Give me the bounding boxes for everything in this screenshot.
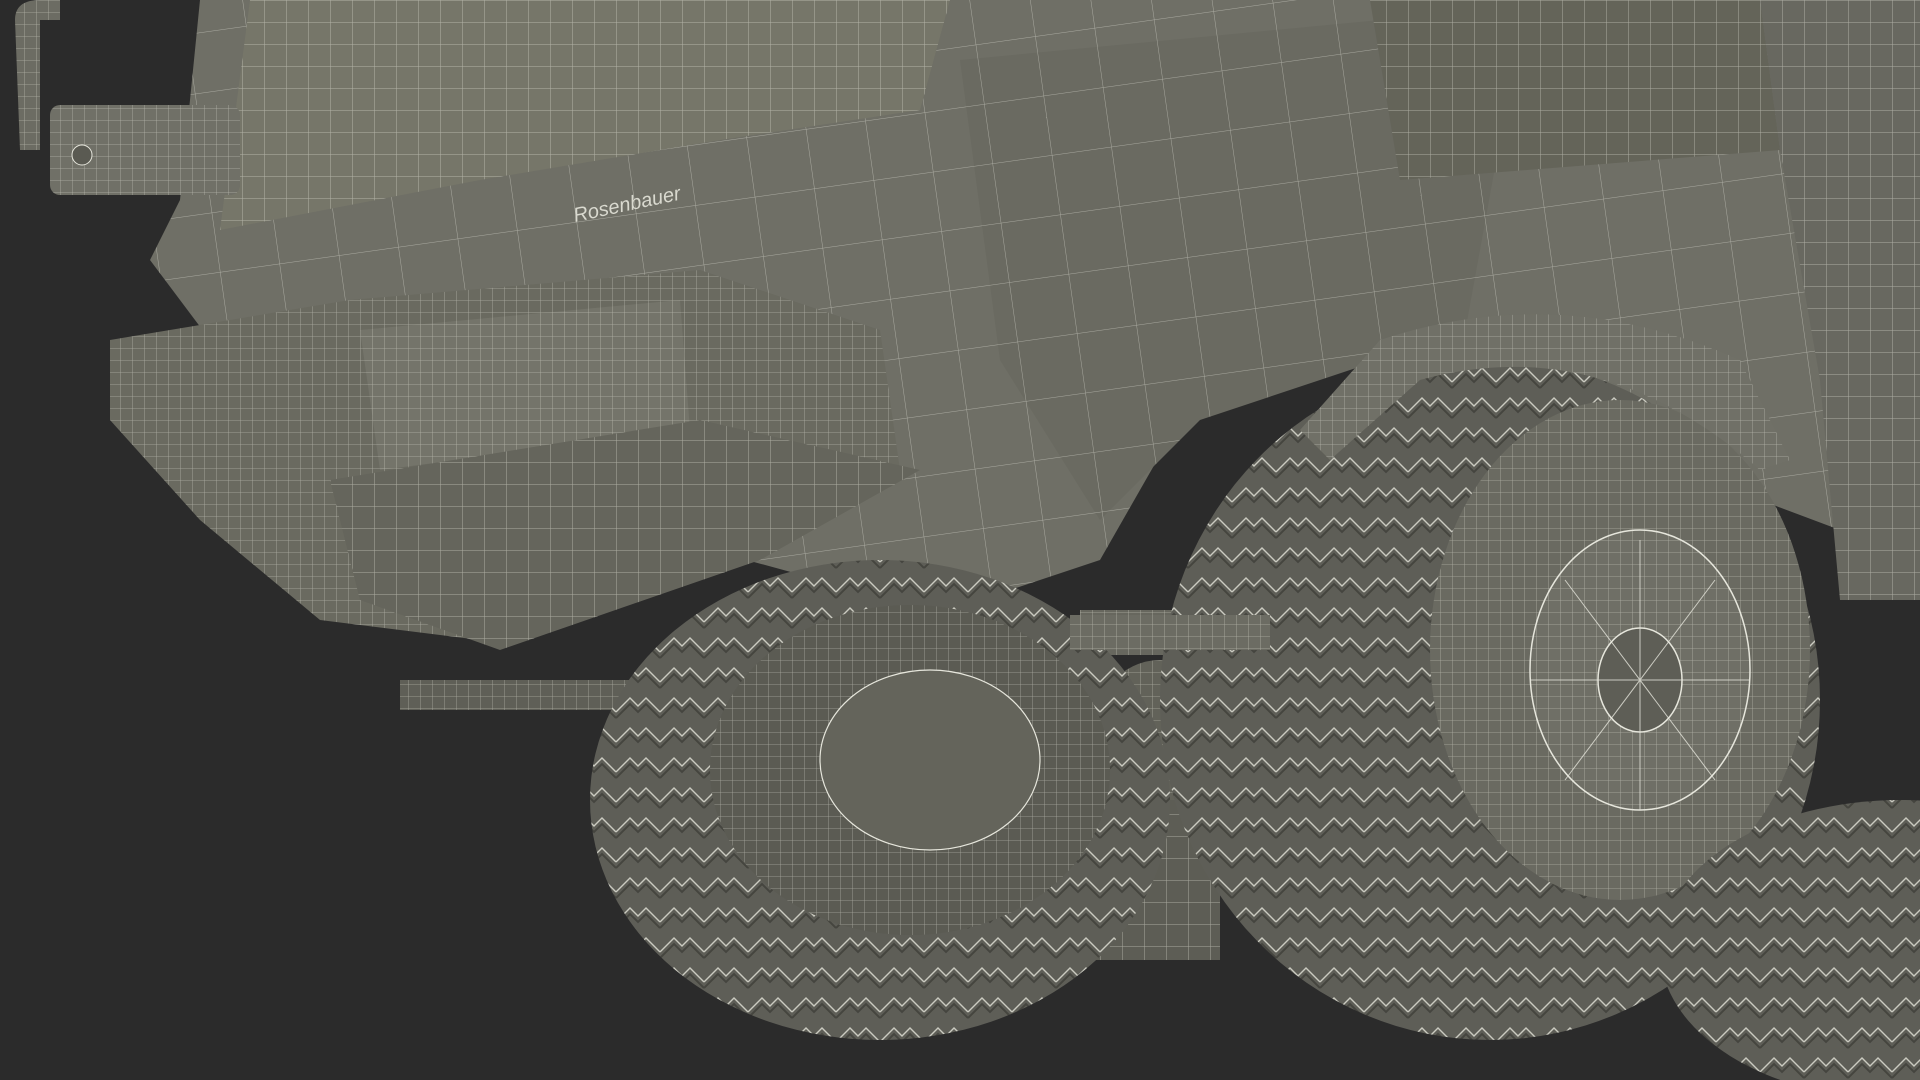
side-step: [1070, 615, 1270, 650]
vehicle-render-canvas: Rosenbauer: [0, 0, 1920, 1080]
